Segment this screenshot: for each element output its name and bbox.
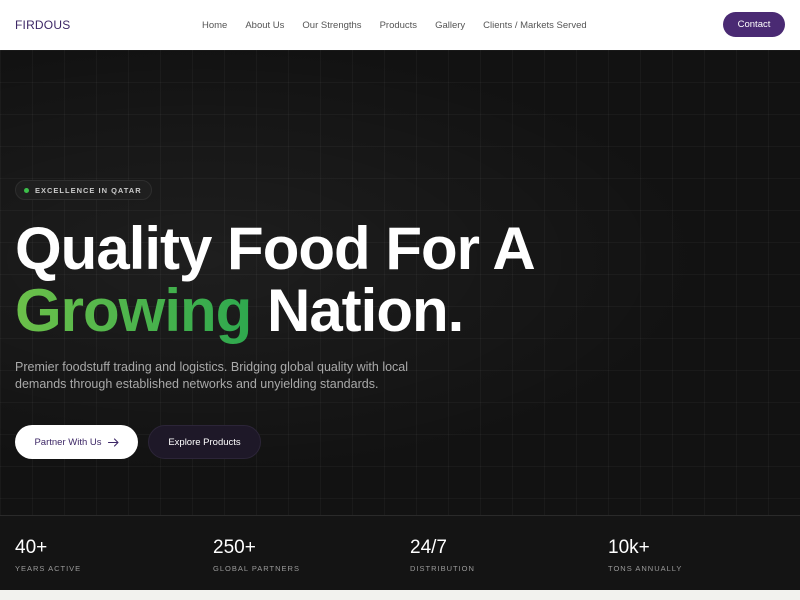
hero-section: EXCELLENCE IN QATAR Quality Food For A G…: [0, 50, 800, 515]
hero-subtitle: Premier foodstuff trading and logistics.…: [15, 360, 409, 391]
headline-rest: Nation.: [266, 277, 464, 344]
stat-label: DISTRIBUTION: [410, 564, 475, 573]
nav-link-products[interactable]: Products: [380, 20, 418, 31]
nav-link-about-us[interactable]: About Us: [245, 20, 284, 31]
nav-link-gallery[interactable]: Gallery: [435, 20, 465, 31]
status-dot-icon: [24, 187, 29, 193]
next-section-edge: [0, 590, 800, 600]
stat-distribution: 24/7 DISTRIBUTION: [410, 537, 475, 574]
explore-products-label: Explore Products: [168, 436, 241, 448]
stat-global-partners: 250+ GLOBAL PARTNERS: [213, 537, 300, 574]
contact-button[interactable]: Contact: [723, 12, 785, 37]
stat-label: GLOBAL PARTNERS: [213, 564, 300, 573]
stat-value: 10k+: [608, 537, 650, 558]
location-badge: EXCELLENCE IN QATAR: [15, 180, 152, 200]
stat-label: TONS ANNUALLY: [608, 564, 683, 573]
badge-text: EXCELLENCE IN QATAR: [35, 185, 142, 195]
nav-link-our-strengths[interactable]: Our Strengths: [302, 20, 361, 31]
stat-years-active: 40+ YEARS ACTIVE: [15, 537, 82, 574]
navbar: FIRDOUS Home About Us Our Strengths Prod…: [0, 0, 800, 50]
headline-accent: Growing: [15, 277, 252, 344]
stat-tons-annually: 10k+ TONS ANNUALLY: [608, 537, 683, 574]
stat-value: 40+: [15, 537, 48, 558]
hero-headline: Quality Food For A Growing Nation.: [15, 215, 536, 344]
stat-label: YEARS ACTIVE: [15, 564, 82, 573]
partner-with-us-button[interactable]: Partner With Us: [15, 425, 138, 459]
stat-value: 24/7: [410, 537, 447, 558]
nav-links: Home About Us Our Strengths Products Gal…: [202, 0, 587, 50]
stat-value: 250+: [213, 537, 256, 558]
nav-link-home[interactable]: Home: [202, 20, 227, 31]
arrow-right-icon: [107, 437, 119, 447]
logo[interactable]: FIRDOUS: [15, 18, 70, 32]
stats-bar: 40+ YEARS ACTIVE 250+ GLOBAL PARTNERS 24…: [0, 515, 800, 600]
explore-products-button[interactable]: Explore Products: [148, 425, 261, 459]
partner-with-us-label: Partner With Us: [34, 436, 102, 448]
nav-link-clients-markets[interactable]: Clients / Markets Served: [483, 20, 586, 31]
headline-line-1: Quality Food For A: [15, 215, 536, 282]
